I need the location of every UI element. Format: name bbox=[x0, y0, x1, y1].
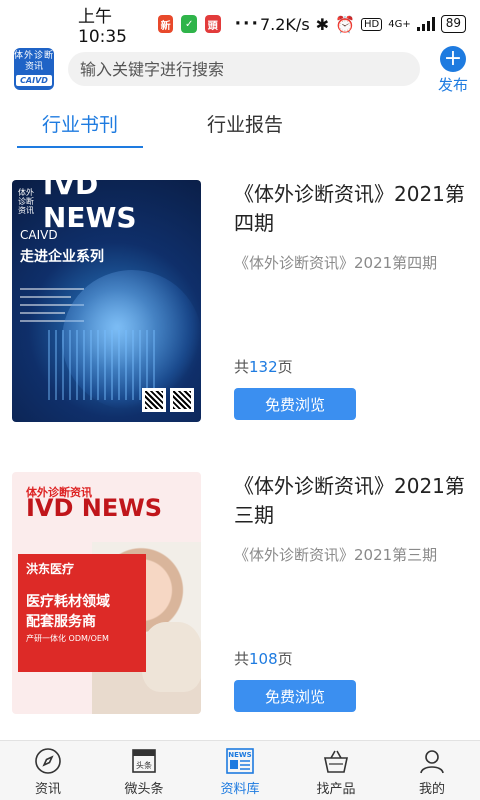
network-type: 4G+ bbox=[388, 18, 411, 30]
cover-headline: IVD NEWS bbox=[42, 180, 137, 234]
logo-line3: CAIVD bbox=[16, 75, 52, 86]
page-count-prefix: 共 bbox=[234, 358, 250, 376]
nav-mine-label: 我的 bbox=[418, 782, 445, 797]
app-logo: 体外诊断 资讯 CAIVD bbox=[14, 48, 54, 90]
cover-headline: IVD NEWS bbox=[26, 494, 163, 522]
item-subtitle: 《体外诊断资讯》2021第三期 bbox=[234, 546, 438, 564]
svg-text:NEWS: NEWS bbox=[228, 751, 251, 759]
publish-label: 发布 bbox=[437, 76, 468, 94]
red-app-icon: 頭 bbox=[205, 15, 221, 33]
user-icon bbox=[416, 746, 448, 776]
item-subtitle: 《体外诊断资讯》2021第四期 bbox=[234, 254, 438, 272]
item-info: 《体外诊断资讯》2021第四期 《体外诊断资讯》2021第四期 共132页 免费… bbox=[234, 180, 468, 422]
tab-industry-journals[interactable]: 行业书刊 bbox=[42, 110, 118, 137]
nav-news-label: 资讯 bbox=[34, 782, 61, 797]
item-title[interactable]: 《体外诊断资讯》2021第三期 bbox=[234, 472, 468, 530]
compass-icon bbox=[32, 746, 64, 776]
ad-box: 洪东医疗 医疗耗材领域 配套服务商 产研一体化 ODM/OEM bbox=[18, 554, 146, 672]
tab-industry-reports[interactable]: 行业报告 bbox=[207, 110, 283, 137]
cover-series: 走进企业系列 bbox=[20, 249, 104, 265]
item-info: 《体外诊断资讯》2021第三期 《体外诊断资讯》2021第三期 共108页 免费… bbox=[234, 472, 468, 714]
nav-news[interactable]: 资讯 bbox=[0, 741, 96, 800]
nav-find-products[interactable]: 找产品 bbox=[288, 741, 384, 800]
ad-brand: 洪东医疗 bbox=[26, 562, 75, 576]
list-item[interactable]: 体外诊断资讯 IVD NEWS 洪东医疗 医疗耗材领域 配套服务商 产研一体化 … bbox=[12, 472, 468, 714]
more-notifications-icon: ··· bbox=[234, 14, 260, 34]
battery-icon: 89 bbox=[440, 15, 466, 33]
logo-line1: 体外诊断 bbox=[14, 51, 55, 61]
page-count-prefix: 共 bbox=[234, 650, 250, 668]
basket-icon bbox=[320, 746, 352, 776]
signal-icon bbox=[416, 17, 435, 31]
logo-line2: 资讯 bbox=[24, 62, 43, 72]
journal-cover-image[interactable]: 体外诊断资讯 IVD NEWS CAIVD 走进企业系列 bbox=[12, 180, 201, 422]
nav-database[interactable]: NEWS 资料库 bbox=[192, 741, 288, 800]
category-tabs: 行业书刊 行业报告 bbox=[0, 100, 480, 150]
search-bar[interactable] bbox=[68, 52, 420, 86]
page-count: 共108页 bbox=[234, 648, 293, 669]
bluetooth-icon: ✱ bbox=[315, 14, 330, 34]
page-count-suffix: 页 bbox=[277, 650, 293, 668]
page-count-number: 108 bbox=[249, 650, 278, 668]
search-input[interactable] bbox=[80, 59, 420, 79]
nav-database-label: 资料库 bbox=[220, 782, 260, 797]
journal-cover-image[interactable]: 体外诊断资讯 IVD NEWS 洪东医疗 医疗耗材领域 配套服务商 产研一体化 … bbox=[12, 472, 201, 714]
hd-badge: HD bbox=[360, 17, 383, 31]
ad-line3: 产研一体化 ODM/OEM bbox=[26, 634, 109, 643]
publish-button[interactable]: + 发布 bbox=[436, 46, 470, 95]
page-count: 共132页 bbox=[234, 356, 293, 377]
headline-icon: 头条 bbox=[128, 746, 160, 776]
svg-text:头条: 头条 bbox=[136, 760, 152, 770]
news-app-icon: 新 bbox=[157, 15, 174, 33]
page-count-number: 132 bbox=[249, 358, 278, 376]
free-browse-button[interactable]: 免费浏览 bbox=[234, 680, 356, 712]
item-title[interactable]: 《体外诊断资讯》2021第四期 bbox=[234, 180, 468, 238]
app-header: 体外诊断 资讯 CAIVD + 发布 bbox=[0, 46, 480, 96]
qr-code-icon bbox=[170, 388, 194, 412]
alarm-icon: ⏰ bbox=[335, 14, 355, 34]
nav-mine[interactable]: 我的 bbox=[384, 741, 480, 800]
cover-small-text: 体外诊断资讯 bbox=[18, 187, 34, 215]
qr-code-icon bbox=[142, 388, 166, 412]
nav-micro-headline-label: 微头条 bbox=[124, 782, 164, 797]
ad-line1: 医疗耗材领域 bbox=[26, 594, 110, 610]
nav-find-products-label: 找产品 bbox=[316, 782, 356, 797]
bottom-nav: 资讯 头条 微头条 NEWS 资料库 找产品 我的 bbox=[0, 740, 480, 800]
ad-line2: 配套服务商 bbox=[26, 614, 96, 630]
active-tab-indicator bbox=[17, 146, 143, 148]
status-time: 上午10:35 bbox=[78, 6, 127, 47]
list-item[interactable]: 体外诊断资讯 IVD NEWS CAIVD 走进企业系列 《体外诊断资讯》202… bbox=[12, 180, 468, 422]
plus-icon: + bbox=[440, 46, 466, 72]
wechat-icon: ✓ bbox=[181, 15, 198, 33]
news-icon: NEWS bbox=[224, 746, 256, 776]
cover-caivd: CAIVD bbox=[20, 228, 58, 242]
status-bar: 上午10:35 新 ✓ 頭 ··· 7.2K/s ✱ ⏰ HD 4G+ 89 bbox=[0, 0, 480, 48]
page-count-suffix: 页 bbox=[277, 358, 293, 376]
teddy-bear-graphic bbox=[142, 622, 201, 692]
net-speed: 7.2K/s bbox=[259, 14, 310, 34]
cover-header: 体外诊断资讯 IVD NEWS bbox=[12, 180, 201, 234]
free-browse-button[interactable]: 免费浏览 bbox=[234, 388, 356, 420]
nav-micro-headline[interactable]: 头条 微头条 bbox=[96, 741, 192, 800]
